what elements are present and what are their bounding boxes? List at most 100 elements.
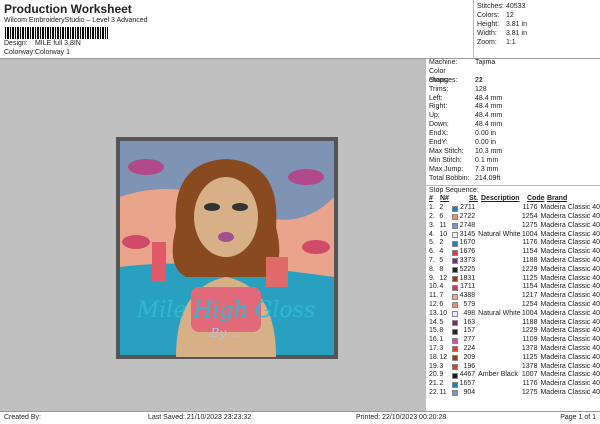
- stat-row: Height: 3.81 in: [477, 20, 600, 29]
- needle-number: 2: [439, 204, 444, 212]
- stat-value: 40533: [505, 3, 526, 10]
- thread-brand: Madeira Classic 40: [540, 353, 600, 361]
- thread-code: 1154: [522, 283, 538, 291]
- thread-description: [475, 327, 521, 336]
- stat-label: Zoom:: [477, 39, 497, 46]
- row-index: 4.: [429, 230, 435, 238]
- row-index: 11.: [429, 292, 439, 300]
- stitch-count: 277: [463, 336, 476, 344]
- col-brand: Brand: [547, 195, 568, 203]
- info-row: EndY: 0.00 in: [426, 139, 600, 148]
- worksheet-footer: Created By: Last Saved: 21/10/2023 23:23…: [0, 411, 600, 424]
- created-by: Created By:: [4, 414, 41, 421]
- thread-brand: Madeira Classic 40: [540, 336, 600, 344]
- stitch-count: 1711: [460, 283, 476, 291]
- needle-number: 12: [439, 274, 448, 282]
- table-row: 16. 1 277 1109 Madeira Classic 40: [426, 336, 600, 345]
- thread-brand: Madeira Classic 40: [540, 239, 600, 247]
- thread-description: [475, 292, 521, 301]
- stitch-count: 4388: [459, 292, 476, 300]
- software-subtitle: Wilcom EmbroideryStudio – Level 3 Advanc…: [4, 17, 148, 24]
- color-swatch: [451, 214, 458, 221]
- needle-number: 12: [439, 353, 448, 361]
- thread-brand: Madeira Classic 40: [540, 283, 600, 291]
- table-row: 8. 8 5225 1229 Madeira Classic 40: [426, 266, 600, 275]
- needle-number: 2: [439, 239, 444, 247]
- stitch-count: 1657: [459, 380, 476, 388]
- color-swatch: [451, 258, 458, 265]
- row-index: 18.: [429, 353, 439, 361]
- table-row: 14. 5 163 1188 Madeira Classic 40: [426, 319, 600, 328]
- thread-brand: Madeira Classic 40: [540, 248, 600, 256]
- needle-number: 11: [439, 221, 447, 229]
- thread-description: [475, 275, 521, 284]
- info-value: 0.00 in: [475, 130, 497, 138]
- stitch-count: 4467: [459, 371, 476, 379]
- stitch-count: 157: [463, 327, 476, 335]
- colorway-value: Colorway 1: [34, 49, 70, 56]
- thread-code: 1007: [521, 371, 538, 379]
- info-label: EndX:: [429, 130, 449, 138]
- stat-row: Colors: 12: [477, 11, 600, 20]
- table-row: 20. 9 4467 Amber Black 1007 Madeira Classic 4…: [426, 371, 600, 380]
- table-row: 7. 5 3373 1188 Madeira Classic 40: [426, 257, 600, 266]
- thread-code: 1004: [521, 309, 538, 317]
- thread-brand: Madeira Classic 40: [540, 371, 600, 379]
- thread-code: 1378: [521, 345, 538, 353]
- stitch-count: 904: [463, 389, 476, 396]
- colorway-label: Colorway:: [4, 49, 36, 56]
- col-stitches: St.: [469, 195, 478, 203]
- stitch-count: 2722: [459, 213, 476, 221]
- table-row: 18. 12 209 1125 Madeira Classic 40: [426, 354, 600, 363]
- machine-info: Machine: Tajima Color changes: 21 Stops: 22 Tr…: [426, 59, 600, 183]
- stitch-count: 209: [463, 353, 476, 361]
- thread-code: 1176: [522, 239, 538, 247]
- thread-description: [475, 222, 521, 231]
- thread-code: 1109: [522, 336, 538, 344]
- needle-number: 8: [439, 327, 444, 335]
- info-label: Total Bobbin:: [429, 174, 470, 182]
- row-index: 3.: [429, 221, 435, 229]
- row-index: 14.: [429, 318, 439, 326]
- row-index: 5.: [429, 239, 435, 247]
- info-row: Down: 48.4 mm: [426, 121, 600, 130]
- stat-value: 3.81 in: [505, 30, 527, 37]
- row-index: 22.: [429, 389, 439, 396]
- thread-brand: Madeira Classic 40: [540, 265, 600, 273]
- table-row: 12. 6 579 1254 Madeira Classic 40: [426, 301, 600, 310]
- thread-description: [475, 380, 521, 389]
- row-index: 9.: [429, 274, 435, 282]
- thread-description: [475, 345, 521, 354]
- info-row: Max Jump: 7.3 mm: [426, 166, 600, 175]
- thread-brand: Madeira Classic 40: [540, 221, 600, 229]
- info-value: Tajima: [475, 59, 496, 66]
- stat-label: Height:: [477, 21, 500, 28]
- table-row: 5. 2 1670 1176 Madeira Classic 40: [426, 239, 600, 248]
- thread-brand: Madeira Classic 40: [540, 292, 600, 300]
- stitch-count: 3373: [459, 257, 476, 265]
- info-label: Min Stitch:: [429, 156, 462, 164]
- color-swatch: [451, 284, 458, 291]
- stitch-count: 5225: [459, 265, 476, 273]
- info-label: Stops:: [429, 76, 449, 84]
- col-code: Code: [527, 195, 545, 203]
- thread-code: 1176: [522, 380, 538, 388]
- color-swatch: [451, 355, 458, 362]
- info-row: Total Bobbin: 214.09ft: [426, 175, 600, 184]
- color-swatch: [451, 302, 458, 309]
- thread-description: [475, 363, 521, 372]
- thread-description: [475, 204, 521, 213]
- thread-brand: Madeira Classic 40: [540, 389, 600, 396]
- thread-brand: Madeira Classic 40: [540, 345, 600, 353]
- needle-number: 2: [439, 380, 444, 388]
- last-saved: Last Saved: 21/10/2023 23:23:32: [148, 414, 252, 421]
- table-row: 2. 6 2722 1254 Madeira Classic 40: [426, 213, 600, 222]
- info-row: EndX: 0.00 in: [426, 130, 600, 139]
- printed-date: Printed: 22/10/2023 00:20:28: [356, 414, 447, 421]
- thread-code: 1229: [521, 327, 538, 335]
- color-swatch: [451, 232, 458, 239]
- info-row: Trims: 128: [426, 86, 600, 95]
- row-index: 17.: [429, 345, 439, 353]
- needle-number: 1: [439, 336, 444, 344]
- thread-code: 1154: [522, 248, 538, 256]
